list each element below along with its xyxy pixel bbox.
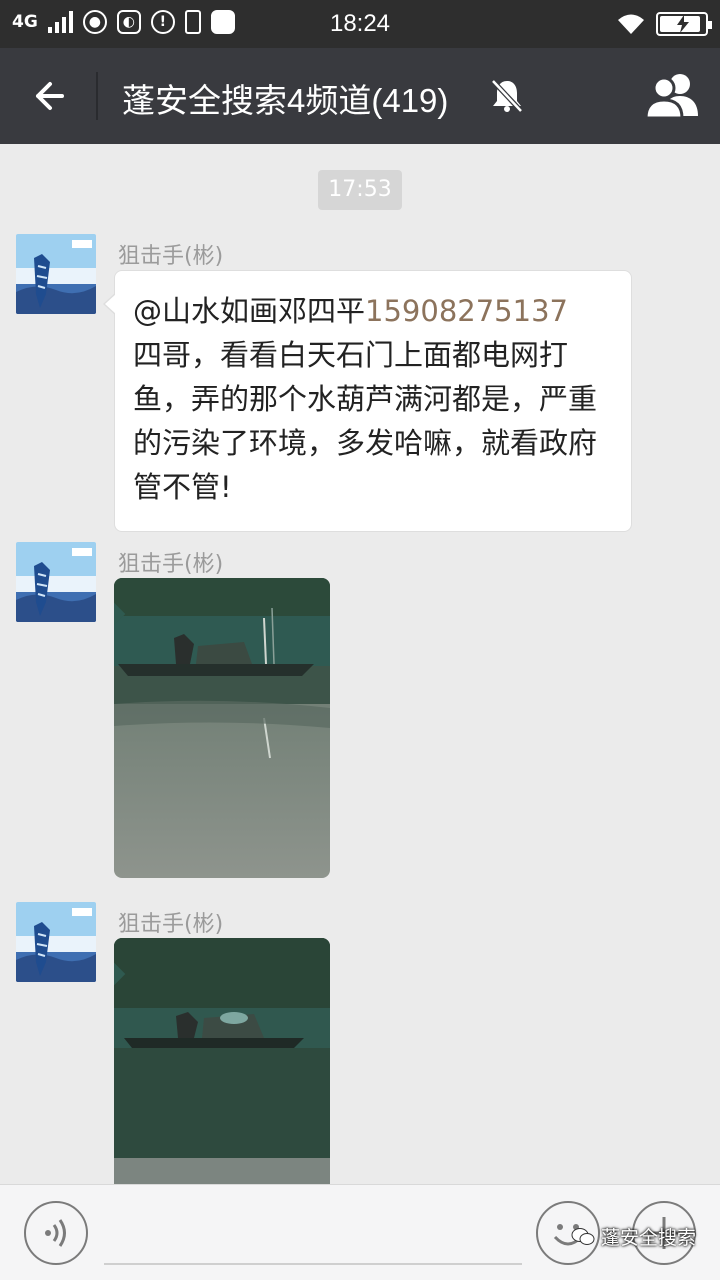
chat-title: 蓬安全搜索4频道(419) — [122, 82, 449, 119]
phone-link[interactable]: 15908275137 — [365, 294, 568, 328]
chat-message-list[interactable]: 17:53 狙击手(彬) @山水如画邓四平15908275137 四哥，看看白天… — [0, 144, 720, 1184]
status-right-group — [616, 12, 712, 36]
voice-input-button[interactable] — [24, 1201, 88, 1265]
chat-input-bar: 蓬安全搜索 — [0, 1184, 720, 1280]
group-members-icon[interactable] — [644, 70, 700, 122]
back-arrow-icon[interactable] — [28, 72, 76, 120]
avatar[interactable] — [16, 542, 96, 622]
image-message[interactable] — [114, 578, 330, 878]
image-message[interactable] — [114, 938, 330, 1184]
message-text: 四哥，看看白天石门上面都电网打鱼，弄的那个水葫芦满河都是，严重的污染了环境，多发… — [133, 338, 598, 504]
avatar[interactable] — [16, 902, 96, 982]
sender-name: 狙击手(彬) — [118, 552, 224, 577]
battery-charging-icon — [656, 12, 712, 36]
watermark: 蓬安全搜索 — [571, 1223, 696, 1250]
message-text-field[interactable] — [104, 1263, 522, 1265]
status-bar: 4G ● ◐ ! 18:24 — [0, 0, 720, 48]
wechat-logo-icon — [571, 1227, 595, 1245]
clock: 18:24 — [329, 10, 391, 37]
avatar[interactable] — [16, 234, 96, 314]
header-divider — [96, 72, 98, 120]
watermark-text: 蓬安全搜索 — [600, 1227, 696, 1249]
voice-icon — [45, 1219, 66, 1247]
time-divider: 17:53 — [318, 170, 402, 210]
sender-name: 狙击手(彬) — [118, 912, 224, 937]
mute-bell-icon — [491, 79, 523, 113]
text-message-bubble[interactable]: @山水如画邓四平15908275137 四哥，看看白天石门上面都电网打鱼，弄的那… — [103, 270, 632, 532]
chat-header: 蓬安全搜索4频道(419) — [0, 48, 720, 144]
sender-name: 狙击手(彬) — [118, 244, 224, 269]
wifi-icon — [618, 14, 644, 34]
mention-text: @山水如画邓四平 — [133, 294, 366, 328]
